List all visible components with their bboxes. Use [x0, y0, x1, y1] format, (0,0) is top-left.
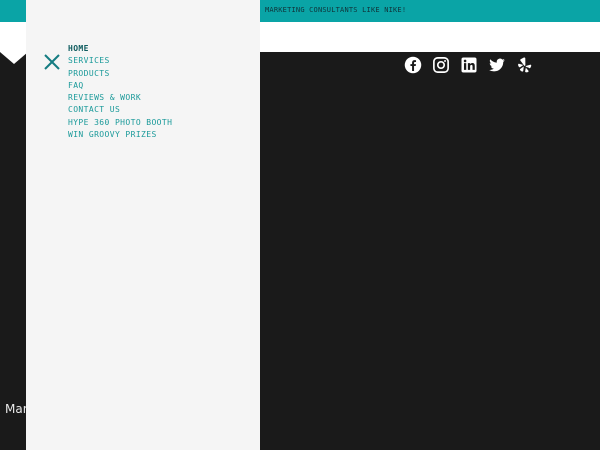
menu-item-photo-booth: HYPE 360 PHOTO BOOTH — [68, 117, 172, 129]
menu-link-faq[interactable]: FAQ — [68, 80, 172, 92]
main-menu: HOME SERVICES PRODUCTS FAQ REVIEWS & WOR… — [68, 43, 172, 141]
menu-item-reviews: REVIEWS & WORK — [68, 92, 172, 104]
menu-link-reviews[interactable]: REVIEWS & WORK — [68, 92, 172, 104]
menu-item-home: HOME — [68, 43, 172, 55]
menu-link-prizes[interactable]: WIN GROOVY PRIZES — [68, 129, 172, 141]
menu-link-services[interactable]: SERVICES — [68, 55, 172, 67]
menu-item-contact: CONTACT US — [68, 104, 172, 116]
facebook-icon[interactable] — [404, 56, 422, 74]
close-icon[interactable] — [43, 53, 61, 71]
hero-text: Mar — [5, 402, 28, 416]
social-links — [404, 56, 534, 74]
menu-item-services: SERVICES — [68, 55, 172, 67]
instagram-icon[interactable] — [432, 56, 450, 74]
header-notch — [0, 52, 28, 64]
yelp-icon[interactable] — [516, 56, 534, 74]
linkedin-icon[interactable] — [460, 56, 478, 74]
menu-link-photo-booth[interactable]: HYPE 360 PHOTO BOOTH — [68, 117, 172, 129]
menu-item-faq: FAQ — [68, 80, 172, 92]
mobile-menu-drawer: HOME SERVICES PRODUCTS FAQ REVIEWS & WOR… — [26, 0, 260, 450]
announcement-text: MARKETING CONSULTANTS LIKE NIKE! — [265, 6, 407, 14]
menu-link-home[interactable]: HOME — [68, 43, 172, 55]
menu-item-prizes: WIN GROOVY PRIZES — [68, 129, 172, 141]
menu-link-products[interactable]: PRODUCTS — [68, 68, 172, 80]
twitter-icon[interactable] — [488, 56, 506, 74]
menu-item-products: PRODUCTS — [68, 68, 172, 80]
menu-link-contact[interactable]: CONTACT US — [68, 104, 172, 116]
